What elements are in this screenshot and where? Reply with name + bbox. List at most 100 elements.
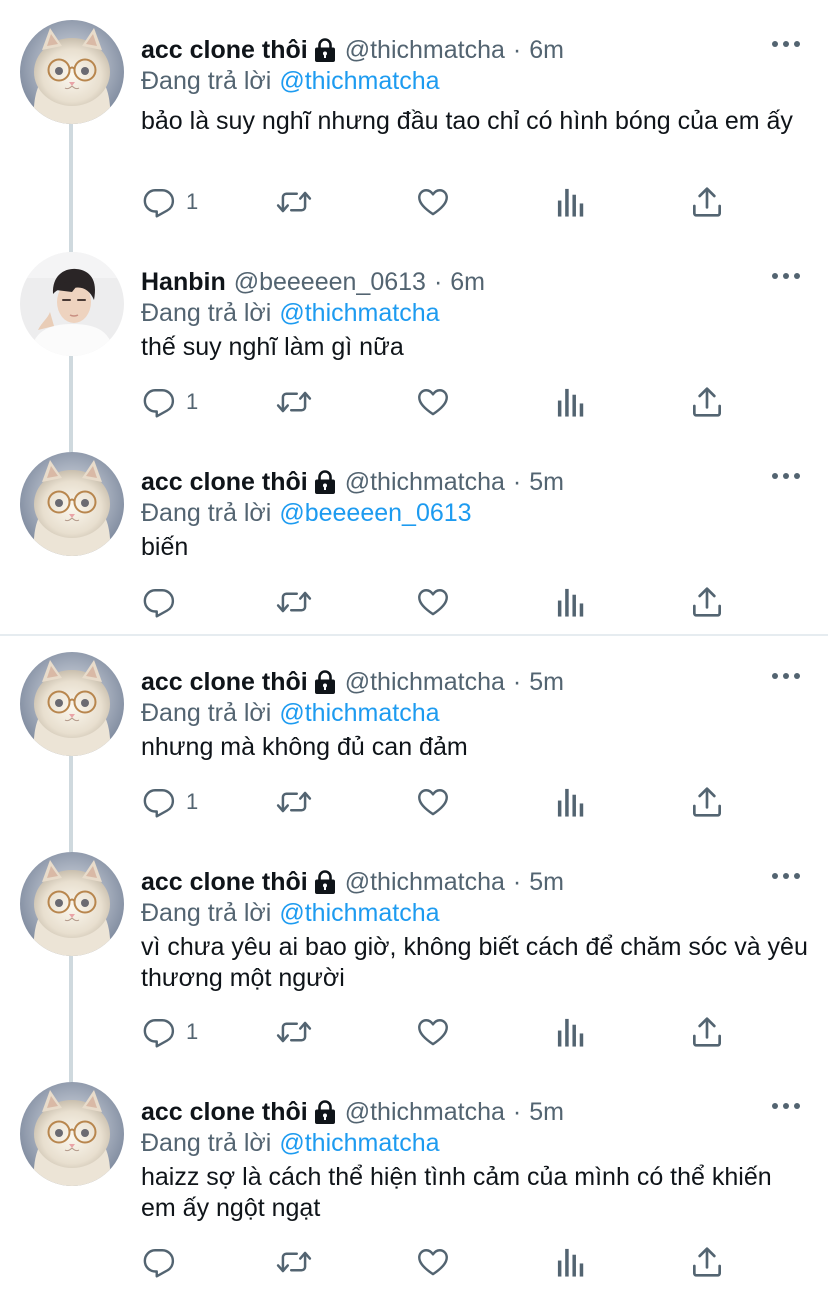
thread-connector-line: [69, 356, 73, 452]
reply-icon: [142, 385, 176, 419]
views-button[interactable]: [556, 1245, 586, 1279]
analytics-icon: [556, 186, 586, 218]
avatar[interactable]: [20, 1082, 124, 1186]
reply-button[interactable]: [142, 585, 186, 619]
views-button[interactable]: [556, 185, 586, 219]
share-button[interactable]: [692, 385, 722, 419]
display-name[interactable]: acc clone thôi: [141, 468, 308, 497]
tweet[interactable]: Hanbin @beeeeen_0613 · 6m Đang trả lời @thich…: [0, 252, 828, 452]
reply-button[interactable]: 1: [142, 385, 198, 419]
mention-link[interactable]: @thichmatcha: [279, 299, 439, 327]
tweet[interactable]: acc clone thôi @thichmatcha · 5m Đang trả l…: [0, 452, 828, 652]
retweet-button[interactable]: [276, 785, 312, 819]
more-dots-icon[interactable]: [772, 669, 800, 683]
timestamp[interactable]: 6m: [529, 36, 564, 65]
more-dots-icon[interactable]: [772, 37, 800, 51]
user-handle[interactable]: @thichmatcha: [345, 36, 505, 65]
retweet-button[interactable]: [276, 385, 312, 419]
heart-icon: [416, 1245, 450, 1279]
mention-link[interactable]: @thichmatcha: [279, 899, 439, 927]
tweet[interactable]: acc clone thôi @thichmatcha · 5m Đang trả l…: [0, 652, 828, 852]
timestamp[interactable]: 5m: [529, 1098, 564, 1127]
analytics-icon: [556, 1246, 586, 1278]
timestamp[interactable]: 5m: [529, 468, 564, 497]
replying-label: Đang trả lời: [141, 699, 272, 727]
views-button[interactable]: [556, 1015, 586, 1049]
tweet-actions: 1: [140, 785, 740, 819]
avatar[interactable]: [20, 452, 124, 556]
timestamp[interactable]: 5m: [529, 868, 564, 897]
tweet[interactable]: acc clone thôi @thichmatcha · 5m Đang trả l…: [0, 1082, 828, 1282]
mention-link[interactable]: @thichmatcha: [279, 1129, 439, 1157]
retweet-button[interactable]: [276, 185, 312, 219]
more-dot: [772, 873, 778, 879]
mention-link[interactable]: @thichmatcha: [279, 699, 439, 727]
display-name[interactable]: acc clone thôi: [141, 36, 308, 65]
user-handle[interactable]: @thichmatcha: [345, 468, 505, 497]
timestamp[interactable]: 6m: [450, 268, 485, 297]
replying-to-line: Đang trả lời @beeeeen_0613: [141, 498, 472, 528]
thread-connector-line: [69, 124, 73, 252]
retweet-icon: [276, 1245, 312, 1279]
like-button[interactable]: [416, 585, 450, 619]
share-button[interactable]: [692, 1245, 722, 1279]
more-dots-icon[interactable]: [772, 469, 800, 483]
analytics-icon: [556, 786, 586, 818]
display-name[interactable]: acc clone thôi: [141, 668, 308, 697]
more-dot: [772, 273, 778, 279]
replying-label: Đang trả lời: [141, 499, 272, 527]
mention-link[interactable]: @thichmatcha: [279, 67, 439, 95]
tweet[interactable]: acc clone thôi @thichmatcha · 6m Đang trả l…: [0, 20, 828, 252]
share-button[interactable]: [692, 185, 722, 219]
avatar[interactable]: [20, 252, 124, 356]
more-dots-icon[interactable]: [772, 269, 800, 283]
reply-icon: [142, 185, 176, 219]
display-name[interactable]: acc clone thôi: [141, 1098, 308, 1127]
more-dot: [794, 673, 800, 679]
reply-button[interactable]: 1: [142, 785, 198, 819]
heart-icon: [416, 385, 450, 419]
share-button[interactable]: [692, 1015, 722, 1049]
tweet[interactable]: acc clone thôi @thichmatcha · 5m Đang trả l…: [0, 852, 828, 1082]
avatar[interactable]: [20, 652, 124, 756]
views-button[interactable]: [556, 385, 586, 419]
user-handle[interactable]: @thichmatcha: [345, 1098, 505, 1127]
retweet-button[interactable]: [276, 1015, 312, 1049]
more-dots-icon[interactable]: [772, 1099, 800, 1113]
like-button[interactable]: [416, 1015, 450, 1049]
share-button[interactable]: [692, 585, 722, 619]
views-button[interactable]: [556, 585, 586, 619]
timestamp[interactable]: 5m: [529, 668, 564, 697]
display-name[interactable]: Hanbin: [141, 268, 226, 297]
tweet-actions: 1: [140, 385, 740, 419]
reply-count: 1: [186, 1019, 199, 1044]
views-button[interactable]: [556, 785, 586, 819]
share-button[interactable]: [692, 785, 722, 819]
retweet-button[interactable]: [276, 1245, 312, 1279]
analytics-icon: [556, 586, 586, 618]
display-name[interactable]: acc clone thôi: [141, 868, 308, 897]
mention-link[interactable]: @beeeeen_0613: [279, 499, 471, 527]
tweet-header: Hanbin @beeeeen_0613 · 6m: [141, 266, 485, 298]
like-button[interactable]: [416, 1245, 450, 1279]
like-button[interactable]: [416, 385, 450, 419]
analytics-icon: [556, 386, 586, 418]
reply-button[interactable]: 1: [142, 1015, 198, 1049]
user-handle[interactable]: @beeeeen_0613: [234, 268, 426, 297]
heart-icon: [416, 585, 450, 619]
like-button[interactable]: [416, 785, 450, 819]
dot-separator: ·: [512, 467, 522, 496]
user-handle[interactable]: @thichmatcha: [345, 668, 505, 697]
reply-button[interactable]: 1: [142, 185, 198, 219]
retweet-button[interactable]: [276, 585, 312, 619]
reply-icon: [142, 1015, 176, 1049]
like-button[interactable]: [416, 185, 450, 219]
user-handle[interactable]: @thichmatcha: [345, 868, 505, 897]
more-dot: [783, 673, 789, 679]
more-dot: [783, 473, 789, 479]
avatar[interactable]: [20, 852, 124, 956]
more-dots-icon[interactable]: [772, 869, 800, 883]
reply-button[interactable]: [142, 1245, 186, 1279]
more-dot: [783, 273, 789, 279]
avatar[interactable]: [20, 20, 124, 124]
